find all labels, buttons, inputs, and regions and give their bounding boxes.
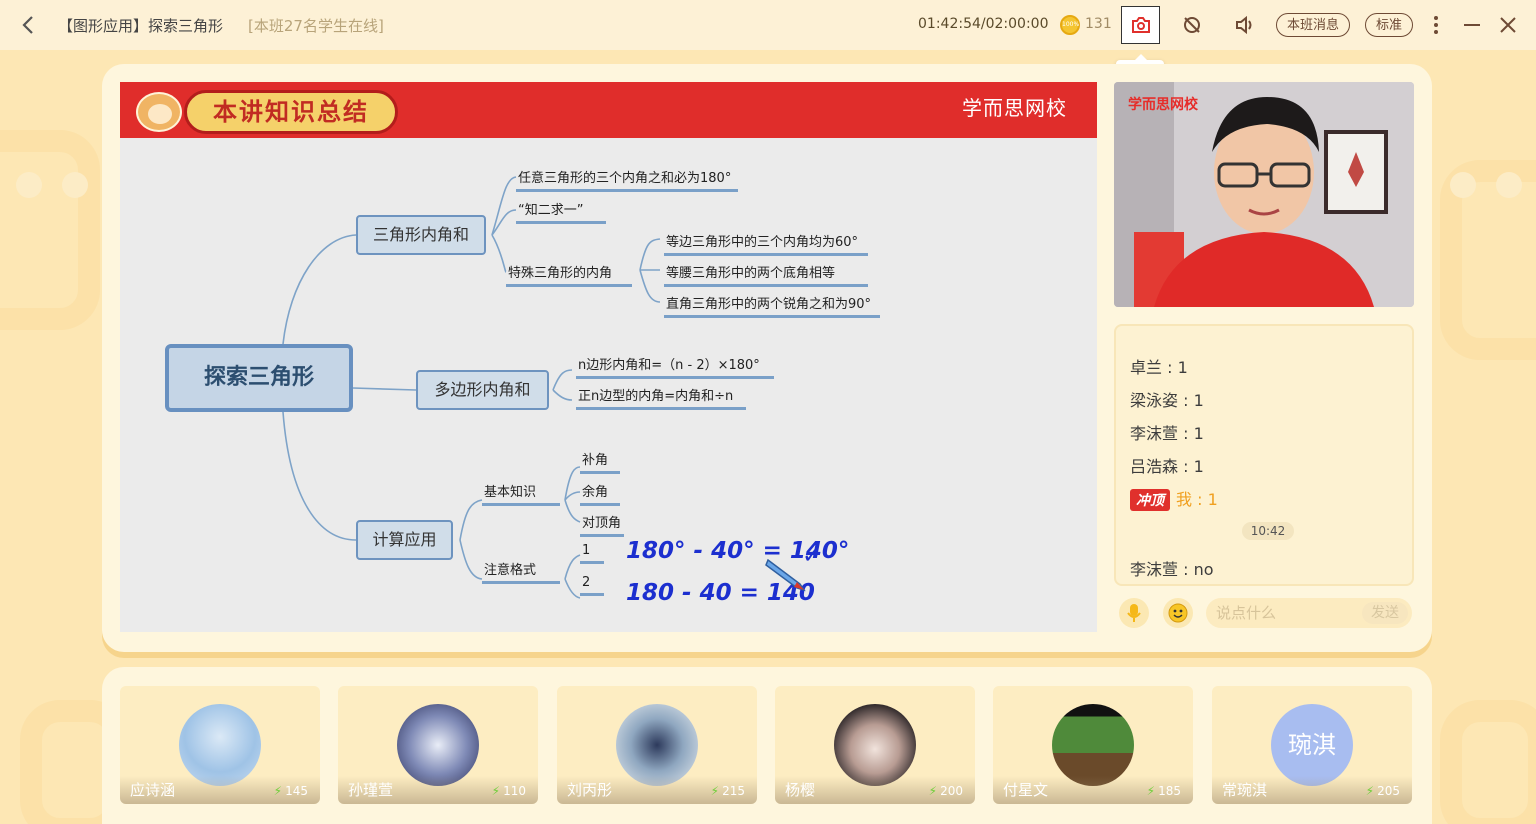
chat-panel: 卓兰 : 1 梁泳姿 : 1 李沫萱 : 1 吕浩森 : 1 冲顶我 : 1 1… — [1114, 324, 1414, 586]
send-button[interactable]: 发送 — [1362, 602, 1408, 624]
background-dot — [62, 172, 88, 198]
screenshot-button[interactable] — [1121, 6, 1160, 44]
microphone-icon — [1127, 604, 1141, 622]
student-name: 常琬淇 — [1222, 781, 1268, 799]
eye-off-icon — [1184, 17, 1200, 33]
emoji-button[interactable] — [1163, 598, 1193, 628]
video-watermark: 学而思网校 — [1128, 97, 1198, 113]
courseware-slide: 本讲知识总结 学而思网校 探索三角形 三角形内角和 任意三角形的三个内角之和必为… — [120, 82, 1097, 632]
chat-message: 李沫萱 : 1 — [1130, 424, 1204, 443]
mindmap-leaf: 注意格式 — [482, 559, 560, 584]
background-dot — [16, 172, 42, 198]
energy-icon: ⚡ — [1146, 784, 1156, 798]
student-card[interactable]: 杨樱 ⚡ 200 — [775, 686, 975, 804]
student-name: 刘丙彤 — [567, 781, 613, 799]
quality-button[interactable]: 标准 — [1365, 13, 1414, 37]
back-icon[interactable] — [14, 11, 42, 39]
chat-message: 梁泳姿 : 1 — [1130, 391, 1204, 410]
student-avatar — [1052, 704, 1134, 786]
student-card[interactable]: 琬淇 常琬淇 ⚡ 205 — [1212, 686, 1412, 804]
mindmap-leaf: 特殊三角形的内角 — [506, 262, 632, 287]
mindmap-leaf: 对顶角 — [580, 512, 624, 537]
mindmap-leaf: 直角三角形中的两个锐角之和为90° — [664, 293, 880, 318]
energy-icon: ⚡ — [491, 784, 501, 798]
mindmap-leaf: “知二求一” — [516, 199, 606, 224]
mindmap-branch-application: 计算应用 — [356, 520, 453, 560]
energy-icon: ⚡ — [710, 784, 720, 798]
mindmap-branch-polygon: 多边形内角和 — [416, 370, 549, 410]
background-decoration — [0, 130, 100, 330]
hide-video-button[interactable] — [1175, 8, 1209, 42]
mindmap-branch-angle-sum: 三角形内角和 — [356, 215, 486, 255]
volume-button[interactable] — [1227, 8, 1261, 42]
pencil-icon — [765, 558, 806, 592]
smiley-icon — [1168, 603, 1188, 623]
chat-timestamp: 10:42 — [1242, 522, 1294, 540]
student-card[interactable]: 孙瑾萱 ⚡ 110 — [338, 686, 538, 804]
student-avatar — [397, 704, 479, 786]
student-avatar-initials: 琬淇 — [1271, 704, 1353, 786]
close-icon — [1500, 17, 1516, 33]
more-icon — [1434, 16, 1438, 34]
chat-message-me: 冲顶我 : 1 — [1130, 486, 1218, 511]
mindmap-leaf: 任意三角形的三个内角之和必为180° — [516, 167, 738, 192]
mindmap-leaf: 1 — [580, 543, 604, 564]
background-decoration — [1440, 700, 1536, 824]
top-bar: 【图形应用】探索三角形 [本班27名学生在线] 01:42:54/02:00:0… — [0, 0, 1536, 50]
mic-button[interactable] — [1119, 598, 1149, 628]
student-score: ⚡ 205 — [1365, 784, 1400, 798]
energy-icon: ⚡ — [1365, 784, 1375, 798]
student-card[interactable]: 刘丙彤 ⚡ 215 — [557, 686, 757, 804]
student-card[interactable]: 应诗涵 ⚡ 145 — [120, 686, 320, 804]
class-message-button[interactable]: 本班消息 — [1276, 13, 1351, 37]
teacher-figure — [1114, 82, 1414, 307]
mindmap-leaf: 等边三角形中的三个内角均为60° — [664, 231, 868, 256]
mindmap-leaf: 等腰三角形中的两个底角相等 — [664, 262, 868, 287]
energy-icon: ⚡ — [273, 784, 283, 798]
student-score: ⚡ 110 — [491, 784, 526, 798]
mindmap-leaf: 2 — [580, 575, 604, 596]
mindmap-leaf: 补角 — [580, 449, 620, 474]
more-button[interactable] — [1419, 8, 1453, 42]
student-name: 付星文 — [1003, 781, 1049, 799]
camera-icon — [1131, 17, 1150, 33]
student-score: ⚡ 200 — [928, 784, 963, 798]
student-score: ⚡ 215 — [710, 784, 745, 798]
student-avatar — [179, 704, 261, 786]
student-name: 孙瑾萱 — [348, 781, 394, 799]
chat-message: 卓兰 : 1 — [1130, 358, 1188, 377]
mindmap-root: 探索三角形 — [165, 344, 353, 412]
mindmap-leaf: 基本知识 — [482, 481, 560, 506]
close-button[interactable] — [1491, 8, 1525, 42]
teacher-video: 学而思网校 — [1114, 82, 1414, 307]
lesson-title: 【图形应用】探索三角形 — [58, 17, 224, 35]
mindmap-leaf: 正n边型的内角=内角和÷n — [576, 385, 746, 410]
student-name: 杨樱 — [785, 781, 816, 799]
minimize-button[interactable] — [1455, 8, 1489, 42]
class-timer: 01:42:54/02:00:00 — [918, 16, 1049, 32]
background-dot — [1450, 172, 1476, 198]
mindmap-leaf: 余角 — [580, 481, 620, 506]
background-dot — [1496, 172, 1522, 198]
speaker-icon — [1236, 15, 1252, 35]
student-name: 应诗涵 — [130, 781, 176, 799]
chat-message: 吕浩森 : 1 — [1130, 457, 1204, 476]
student-avatar — [616, 704, 698, 786]
student-score: ⚡ 185 — [1146, 784, 1181, 798]
online-count: [本班27名学生在线] — [248, 17, 384, 35]
coin-count: 131 — [1085, 16, 1112, 32]
top-badge: 冲顶 — [1130, 489, 1170, 511]
coin-icon: 100% — [1060, 15, 1080, 35]
mindmap-leaf: n边形内角和=（n - 2）×180° — [576, 354, 774, 379]
student-score: ⚡ 145 — [273, 784, 308, 798]
chat-message: 李沫萱 : no — [1130, 560, 1214, 579]
energy-icon: ⚡ — [928, 784, 938, 798]
student-card[interactable]: 付星文 ⚡ 185 — [993, 686, 1193, 804]
minimize-icon — [1464, 24, 1480, 26]
student-avatar — [834, 704, 916, 786]
